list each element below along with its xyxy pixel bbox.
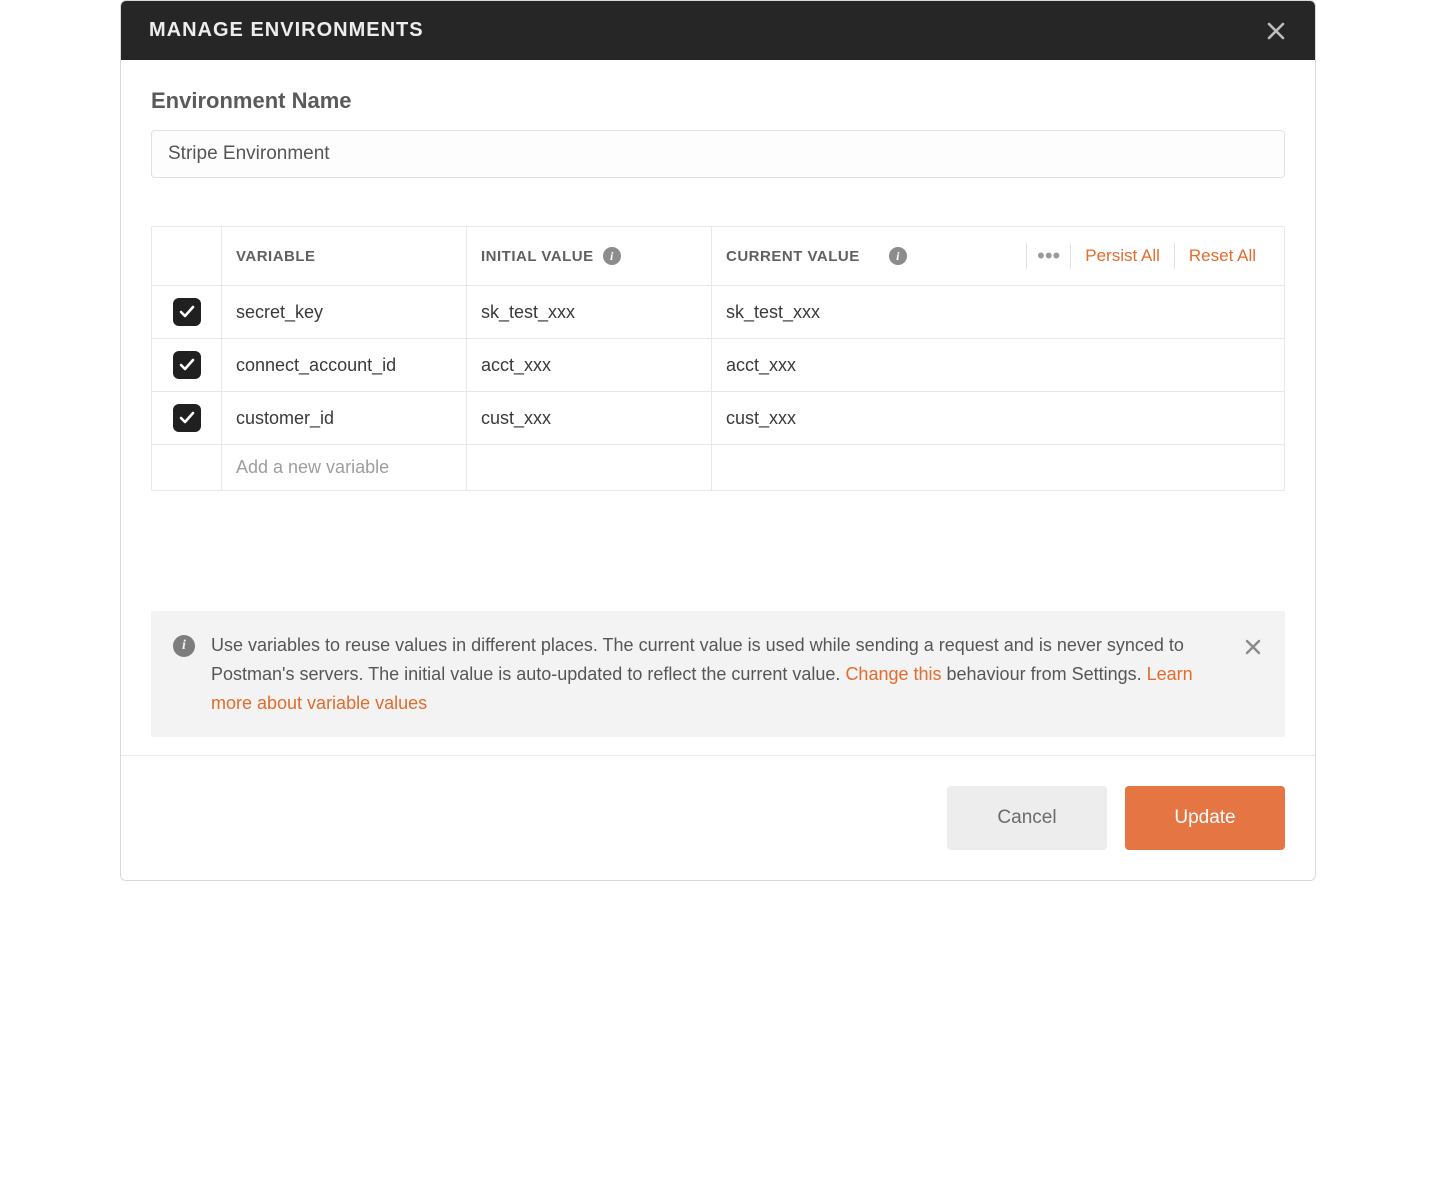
col-current: CURRENT VALUE i ••• Persist All Reset Al…	[712, 227, 1284, 285]
current-value-cell[interactable]: sk_test_xxx	[712, 286, 1284, 338]
table-row-new: Add a new variable	[152, 444, 1284, 490]
row-checkbox[interactable]	[173, 351, 201, 379]
manage-environments-modal: MANAGE ENVIRONMENTS Environment Name VAR…	[120, 0, 1316, 881]
initial-value-cell[interactable]: acct_xxx	[467, 339, 712, 391]
col-initial: INITIAL VALUE i	[467, 227, 712, 285]
add-variable-input[interactable]: Add a new variable	[222, 445, 467, 490]
initial-value-cell[interactable]: cust_xxx	[467, 392, 712, 444]
modal-body: Environment Name VARIABLE INITIAL VALUE …	[121, 60, 1315, 611]
change-behaviour-link[interactable]: Change this	[845, 664, 941, 684]
info-text: behaviour from Settings.	[942, 664, 1147, 684]
row-checkbox[interactable]	[173, 404, 201, 432]
info-banner-message: Use variables to reuse values in differe…	[211, 631, 1227, 717]
persist-all-link[interactable]: Persist All	[1071, 246, 1174, 266]
col-variable-label: VARIABLE	[236, 248, 316, 265]
table-header: VARIABLE INITIAL VALUE i CURRENT VALUE i…	[152, 227, 1284, 285]
modal-footer: Cancel Update	[121, 755, 1315, 880]
col-initial-label: INITIAL VALUE	[481, 248, 594, 265]
info-banner: i Use variables to reuse values in diffe…	[151, 611, 1285, 737]
col-checkbox	[152, 227, 222, 285]
modal-title: MANAGE ENVIRONMENTS	[149, 19, 424, 42]
reset-all-link[interactable]: Reset All	[1175, 246, 1270, 266]
table-row: customer_id cust_xxx cust_xxx	[152, 391, 1284, 444]
variable-cell[interactable]: customer_id	[222, 392, 467, 444]
environment-name-input[interactable]	[151, 130, 1285, 178]
table-row: secret_key sk_test_xxx sk_test_xxx	[152, 285, 1284, 338]
variable-cell[interactable]: connect_account_id	[222, 339, 467, 391]
initial-value-cell[interactable]	[467, 445, 712, 490]
variables-table: VARIABLE INITIAL VALUE i CURRENT VALUE i…	[151, 226, 1285, 491]
col-current-label: CURRENT VALUE	[726, 248, 860, 265]
current-value-cell[interactable]: cust_xxx	[712, 392, 1284, 444]
update-button[interactable]: Update	[1125, 786, 1285, 850]
close-icon[interactable]	[1265, 20, 1287, 42]
current-value-cell[interactable]	[712, 445, 1284, 490]
initial-value-cell[interactable]: sk_test_xxx	[467, 286, 712, 338]
info-icon[interactable]: i	[603, 247, 621, 265]
info-icon[interactable]: i	[889, 247, 907, 265]
variable-cell[interactable]: secret_key	[222, 286, 467, 338]
col-variable: VARIABLE	[222, 227, 467, 285]
cancel-button[interactable]: Cancel	[947, 786, 1107, 850]
row-checkbox[interactable]	[173, 298, 201, 326]
table-header-actions: ••• Persist All Reset All	[1026, 243, 1270, 269]
environment-name-label: Environment Name	[151, 88, 1285, 114]
dismiss-banner-icon[interactable]	[1243, 637, 1263, 666]
row-checkbox-empty	[152, 445, 222, 490]
info-icon: i	[173, 635, 195, 657]
table-row: connect_account_id acct_xxx acct_xxx	[152, 338, 1284, 391]
current-value-cell[interactable]: acct_xxx	[712, 339, 1284, 391]
more-icon[interactable]: •••	[1027, 245, 1070, 267]
modal-titlebar: MANAGE ENVIRONMENTS	[121, 1, 1315, 60]
